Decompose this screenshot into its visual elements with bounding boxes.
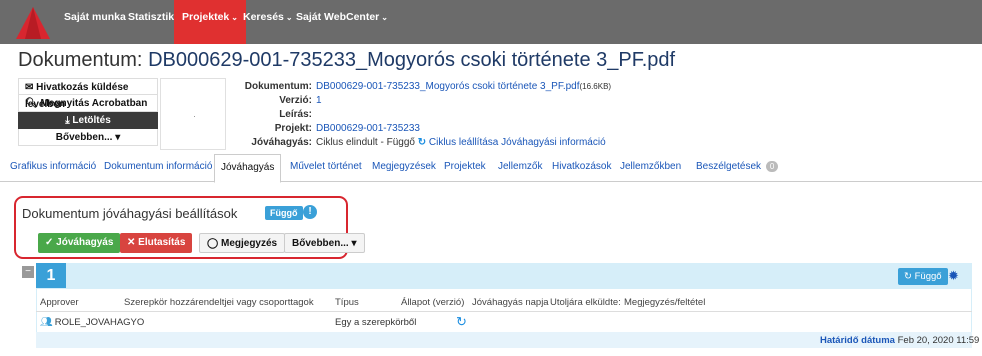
- checkmark-icon: ✓: [45, 237, 57, 248]
- company-logo-icon[interactable]: [14, 5, 52, 41]
- tab-comments[interactable]: Megjegyzések: [372, 154, 436, 182]
- page-title-prefix: Dokumentum:: [18, 49, 143, 71]
- column-header-type: Típus: [335, 297, 359, 308]
- nav-item-search[interactable]: Keresés ⌄: [243, 0, 293, 44]
- tab-attributes[interactable]: Jellemzők: [498, 154, 542, 182]
- tab-discussions[interactable]: Beszélgetések 0: [696, 154, 779, 182]
- download-button[interactable]: ⤓ Letöltés: [18, 112, 158, 129]
- approval-settings-title: Dokumentum jóváhagyási beállítások: [22, 206, 238, 221]
- stage-number: 1: [36, 263, 66, 288]
- tab-approval[interactable]: Jóváhagyás: [214, 154, 282, 183]
- approve-button[interactable]: ✓ Jóváhagyás: [38, 233, 121, 253]
- top-navigation-bar: Saját munka Statisztika Projektek ⌄ Keres…: [0, 0, 982, 44]
- table-divider: [36, 311, 972, 312]
- speech-bubble-icon: ◯: [207, 238, 221, 249]
- add-comment-button[interactable]: ◯ Megjegyzés: [199, 233, 286, 253]
- deadline: Határidő dátuma Feb 20, 2020 11:59: [820, 335, 980, 346]
- info-icon[interactable]: !: [303, 205, 317, 219]
- nav-item-my-work[interactable]: Saját munka: [64, 0, 126, 44]
- gear-icon[interactable]: ✹: [948, 268, 959, 284]
- refresh-icon[interactable]: ↻: [456, 314, 467, 330]
- tab-document-info[interactable]: Dokumentum információ: [104, 154, 212, 182]
- approval-stage-header: [36, 263, 972, 288]
- open-in-acrobat-button[interactable]: 🔍︎ Megnyitás Acrobatban: [18, 95, 158, 112]
- version-link[interactable]: 1: [316, 95, 322, 106]
- column-header-status: Állapot (verzió): [401, 297, 465, 308]
- nav-item-my-webcenter[interactable]: Saját WebCenter ⌄: [296, 0, 388, 44]
- page-title-document-name: DB000629-001-735233_Mogyorós csoki törté…: [148, 49, 676, 71]
- more-options-button[interactable]: Bővebben... ▾: [284, 233, 365, 253]
- table-row-type: Egy a szerepkörből: [335, 317, 417, 328]
- tab-in-attributes[interactable]: Jellemzőkben: [620, 154, 681, 182]
- nav-item-projects[interactable]: Projektek ⌄: [174, 0, 246, 44]
- approval-info-link[interactable]: Jóváhagyási információ: [501, 137, 606, 148]
- tab-references[interactable]: Hivatkozások: [552, 154, 611, 182]
- tab-action-history[interactable]: Művelet történet: [290, 154, 362, 182]
- discussions-count-badge: 0: [765, 161, 779, 172]
- more-actions-button[interactable]: Bővebben... ▾: [18, 129, 158, 146]
- chevron-down-icon: ⌄: [381, 13, 388, 22]
- refresh-icon[interactable]: ↻: [418, 137, 426, 148]
- tab-graphic-info[interactable]: Grafikus információ: [10, 154, 96, 182]
- refresh-icon: ↻: [904, 271, 915, 282]
- column-header-role-members: Szerepkör hozzárendeltjei vagy csoportta…: [124, 297, 314, 308]
- table-row-approver[interactable]: 👥︎ ROLE_JOVAHAGYO: [40, 317, 144, 328]
- status-badge: Függő: [265, 206, 303, 220]
- collapse-toggle-icon[interactable]: −: [22, 266, 34, 278]
- chevron-down-icon: ⌄: [285, 13, 293, 22]
- column-header-last-sent-by: Utoljára elküldte:: [550, 297, 621, 308]
- reject-button[interactable]: ✕ Elutasítás: [120, 233, 193, 253]
- document-actions: ✉ Hivatkozás küldése levélben 🔍︎ Megnyit…: [18, 78, 158, 146]
- search-icon: 🔍︎: [25, 98, 41, 109]
- users-icon: 👥︎: [40, 317, 53, 328]
- nav-item-statistics[interactable]: Statisztika: [128, 0, 180, 44]
- document-thumbnail[interactable]: ·: [160, 78, 226, 150]
- envelope-icon: ✉: [25, 82, 37, 93]
- document-tabs: Grafikus információ Dokumentum informáci…: [0, 154, 982, 183]
- stop-cycle-link[interactable]: Ciklus leállítása: [429, 137, 498, 148]
- column-header-approver: Approver: [40, 297, 79, 308]
- project-link[interactable]: DB000629-001-735233: [316, 123, 420, 134]
- send-reference-button[interactable]: ✉ Hivatkozás küldése levélben: [18, 78, 158, 110]
- close-icon: ✕: [127, 237, 139, 248]
- column-header-approval-date: Jóváhagyás napja: [472, 297, 549, 308]
- column-header-comment-condition: Megjegyzés/feltétel: [624, 297, 706, 308]
- approval-cycle-status: Ciklus elindult - Függő: [316, 137, 415, 148]
- stage-status-button[interactable]: ↻ Függő: [898, 268, 948, 285]
- page-title: Dokumentum: DB000629-001-735233_Mogyorós…: [18, 49, 675, 72]
- chevron-down-icon: ▾: [112, 132, 121, 143]
- chevron-down-icon: ⌄: [231, 13, 238, 22]
- document-link[interactable]: DB000629-001-735233_Mogyorós csoki törté…: [316, 81, 611, 92]
- tab-projects[interactable]: Projektek: [444, 154, 486, 182]
- chevron-down-icon: ▾: [348, 238, 357, 249]
- document-metadata: Dokumentum: DB000629-001-735233_Mogyorós …: [244, 81, 612, 148]
